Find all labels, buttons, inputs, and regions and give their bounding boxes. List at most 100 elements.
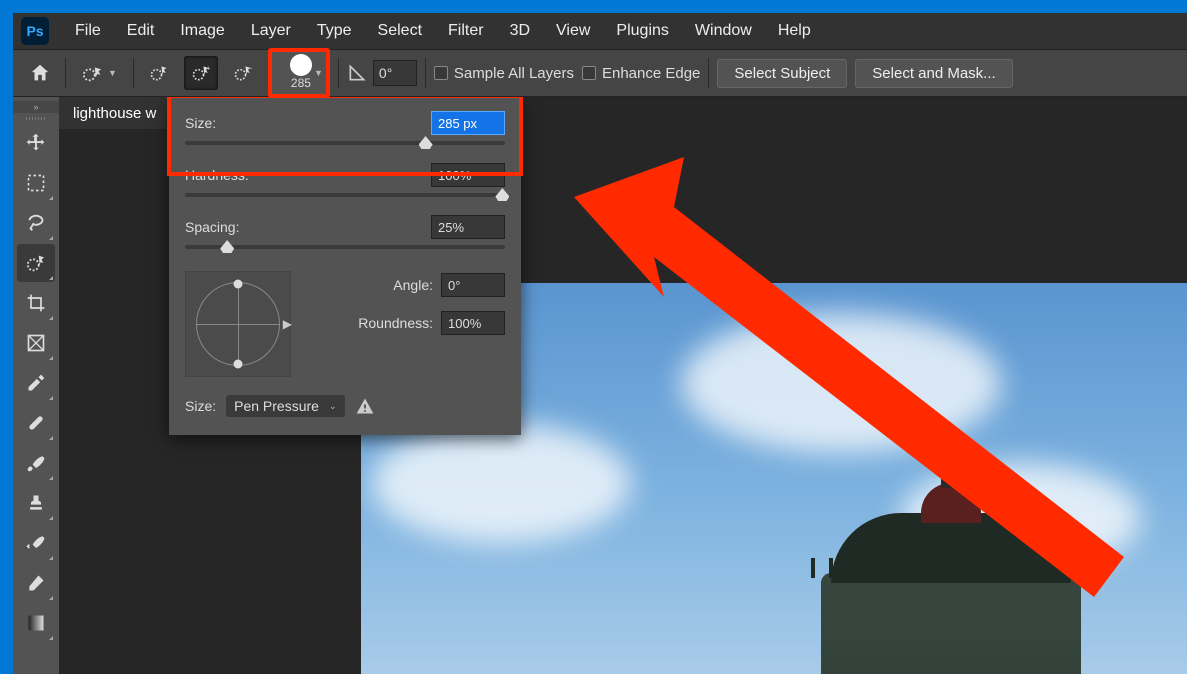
brush-size-label: 285 — [291, 76, 311, 90]
menubar: Ps File Edit Image Layer Type Select Fil… — [13, 13, 1187, 49]
menu-window[interactable]: Window — [683, 16, 764, 46]
stamp-tool[interactable] — [17, 484, 55, 522]
spacing-slider[interactable] — [185, 245, 505, 249]
document-canvas[interactable]: lighthouse w Size: — [59, 97, 1187, 674]
brush-icon — [26, 453, 46, 473]
options-bar: ▼ + − 285 ▼ Sample All Layers Enhance — [13, 49, 1187, 97]
tool-preset-dropdown[interactable]: ▼ — [74, 58, 125, 88]
slider-thumb[interactable] — [419, 136, 433, 149]
frame-icon — [26, 333, 46, 353]
quick-selection-icon — [25, 252, 47, 274]
menu-3d[interactable]: 3D — [498, 16, 542, 46]
menu-help[interactable]: Help — [766, 16, 823, 46]
lasso-tool[interactable] — [17, 204, 55, 242]
bandage-icon — [26, 413, 46, 433]
svg-text:−: − — [248, 64, 253, 73]
brush-angle-input[interactable] — [441, 273, 505, 297]
gradient-icon — [26, 613, 46, 633]
toolbar-expand-button[interactable]: » — [13, 101, 59, 113]
brush-angle-preview[interactable]: ▶ — [185, 271, 291, 377]
history-brush-icon — [26, 533, 46, 553]
history-brush-tool[interactable] — [17, 524, 55, 562]
enhance-edge-checkbox[interactable]: Enhance Edge — [582, 65, 700, 82]
chevron-down-icon: ▼ — [314, 68, 323, 78]
brush-hardness-input[interactable] — [431, 163, 505, 187]
brush-roundness-input[interactable] — [441, 311, 505, 335]
checkbox-icon — [582, 66, 596, 80]
menu-edit[interactable]: Edit — [115, 16, 167, 46]
menu-file[interactable]: File — [63, 16, 113, 46]
eraser-icon — [26, 573, 46, 593]
eraser-tool[interactable] — [17, 564, 55, 602]
menu-view[interactable]: View — [544, 16, 602, 46]
eyedropper-tool[interactable] — [17, 364, 55, 402]
tools-panel: » — [13, 97, 59, 674]
brush-tool[interactable] — [17, 444, 55, 482]
marquee-tool[interactable] — [17, 164, 55, 202]
sample-all-layers-label: Sample All Layers — [454, 65, 574, 82]
healing-tool[interactable] — [17, 404, 55, 442]
menu-layer[interactable]: Layer — [239, 16, 303, 46]
menu-filter[interactable]: Filter — [436, 16, 496, 46]
checkbox-icon — [434, 66, 448, 80]
lasso-icon — [25, 212, 47, 234]
chevron-down-icon: ⌄ — [329, 401, 337, 412]
brush-size-input[interactable] — [431, 111, 505, 135]
panel-grip[interactable] — [13, 113, 59, 123]
brush-add-icon: + — [191, 63, 211, 83]
menu-image[interactable]: Image — [168, 16, 236, 46]
subtract-from-selection-button[interactable]: − — [226, 56, 260, 90]
menu-select[interactable]: Select — [366, 16, 434, 46]
move-icon — [25, 132, 47, 154]
spacing-label: Spacing: — [185, 219, 431, 235]
brush-preset-picker[interactable]: 285 ▼ — [268, 48, 330, 98]
brush-new-icon — [149, 63, 169, 83]
divider — [708, 58, 709, 88]
hardness-label: Hardness: — [185, 167, 431, 183]
divider — [338, 58, 339, 88]
divider — [133, 58, 134, 88]
menu-plugins[interactable]: Plugins — [604, 16, 680, 46]
document-tab[interactable]: lighthouse w — [59, 97, 170, 129]
stamp-icon — [26, 493, 46, 513]
enhance-edge-label: Enhance Edge — [602, 65, 700, 82]
quick-selection-tool[interactable] — [17, 244, 55, 282]
home-icon — [29, 62, 51, 84]
angle-icon — [347, 63, 367, 83]
brush-subtract-icon: − — [233, 63, 253, 83]
quick-selection-icon — [82, 62, 104, 84]
brush-angle-input[interactable] — [373, 60, 417, 86]
hardness-slider[interactable] — [185, 193, 505, 197]
angle-label: Angle: — [309, 277, 441, 293]
slider-thumb[interactable] — [220, 240, 234, 253]
frame-tool[interactable] — [17, 324, 55, 362]
select-and-mask-button[interactable]: Select and Mask... — [855, 59, 1012, 88]
warning-icon — [355, 396, 375, 416]
photoshop-logo: Ps — [21, 17, 49, 45]
chevron-down-icon: ▼ — [108, 68, 117, 78]
size-label: Size: — [185, 115, 431, 131]
size-dynamics-dropdown[interactable]: Pen Pressure ⌄ — [226, 395, 344, 417]
brush-shape-icon — [290, 54, 312, 76]
new-selection-button[interactable] — [142, 56, 176, 90]
brush-spacing-input[interactable] — [431, 215, 505, 239]
crop-icon — [26, 293, 46, 313]
home-button[interactable] — [23, 56, 57, 90]
brush-settings-popup: Size: Hardness: Spacing: — [169, 97, 521, 435]
sample-all-layers-checkbox[interactable]: Sample All Layers — [434, 65, 574, 82]
add-to-selection-button[interactable]: + — [184, 56, 218, 90]
roundness-label: Roundness: — [309, 315, 441, 331]
divider — [425, 58, 426, 88]
gradient-tool[interactable] — [17, 604, 55, 642]
svg-text:+: + — [206, 64, 211, 73]
crop-tool[interactable] — [17, 284, 55, 322]
move-tool[interactable] — [17, 124, 55, 162]
select-subject-button[interactable]: Select Subject — [717, 59, 847, 88]
size-slider[interactable] — [185, 141, 505, 145]
slider-thumb[interactable] — [495, 188, 509, 201]
divider — [65, 58, 66, 88]
eyedropper-icon — [26, 373, 46, 393]
size-dynamics-label: Size: — [185, 398, 216, 414]
marquee-icon — [26, 173, 46, 193]
menu-type[interactable]: Type — [305, 16, 364, 46]
